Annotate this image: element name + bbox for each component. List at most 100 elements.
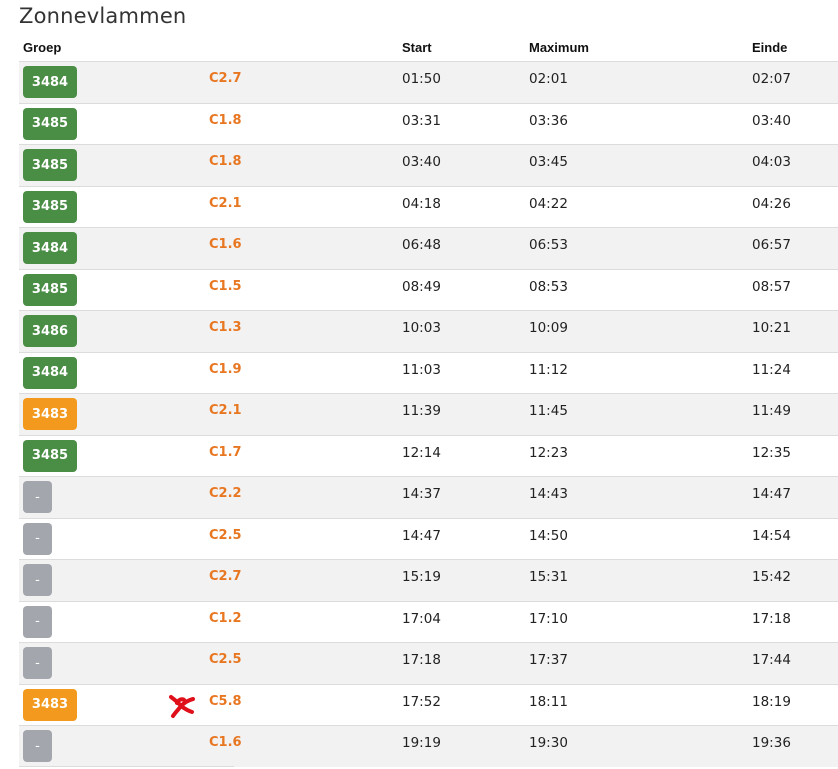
group-badge[interactable]: - <box>23 481 52 513</box>
start-time: 11:03 <box>402 361 441 378</box>
group-badge[interactable]: 3484 <box>23 232 77 264</box>
group-badge[interactable]: 3483 <box>23 398 77 430</box>
start-time: 01:50 <box>402 71 441 87</box>
flare-class: C2.1 <box>209 195 242 211</box>
start-time: 04:18 <box>402 195 441 212</box>
maximum-time: 02:01 <box>529 71 568 87</box>
flare-class: C1.5 <box>209 278 242 294</box>
start-time: 17:18 <box>402 652 441 668</box>
group-badge[interactable]: 3483 <box>23 688 77 721</box>
table-row: 3485 C1.8 03:31 03:36 03:40 <box>19 102 838 144</box>
flare-class: C1.6 <box>209 735 242 750</box>
maximum-time: 11:45 <box>529 403 568 419</box>
maximum-time: 03:45 <box>529 154 568 170</box>
end-time: 03:40 <box>752 112 791 129</box>
table-row: - C1.6 19:19 19:30 19:36 <box>19 725 838 767</box>
end-time: 06:57 <box>752 237 791 253</box>
table-header: Groep Start Maximum Einde <box>19 39 838 61</box>
group-badge[interactable]: 3485 <box>23 149 77 181</box>
end-time: 04:26 <box>752 195 791 212</box>
table-row: 3484 C2.7 01:50 02:01 02:07 <box>19 61 838 103</box>
end-time: 15:42 <box>752 569 791 585</box>
maximum-time: 17:10 <box>529 610 568 627</box>
solar-flares-table: Groep Start Maximum Einde 3484 C2.7 01:50 0… <box>19 39 838 767</box>
end-time: 14:47 <box>752 486 791 502</box>
maximum-time: 12:23 <box>529 444 568 461</box>
flare-class: C1.8 <box>209 112 242 128</box>
table-row: 3485 C1.8 03:40 03:45 04:03 <box>19 144 838 186</box>
start-time: 11:39 <box>402 403 441 419</box>
end-time: 19:36 <box>752 735 791 751</box>
end-time: 17:44 <box>752 652 791 668</box>
flare-class: C1.9 <box>209 361 242 377</box>
table-row: 3483 C2.1 11:39 11:45 11:49 <box>19 393 838 435</box>
table-row: 3484 C1.9 11:03 11:12 11:24 <box>19 351 838 393</box>
maximum-time: 19:30 <box>529 735 568 751</box>
start-time: 08:49 <box>402 278 441 295</box>
end-time: 08:57 <box>752 278 791 295</box>
group-badge[interactable]: - <box>23 564 52 596</box>
page: Zonnevlammen Groep Start Maximum Einde 3… <box>0 0 838 769</box>
table-row: - C1.2 17:04 17:10 17:18 <box>19 600 838 642</box>
maximum-time: 03:36 <box>529 112 568 129</box>
start-time: 19:19 <box>402 735 441 751</box>
flare-class: C2.5 <box>209 527 242 543</box>
table-row: - C2.2 14:37 14:43 14:47 <box>19 476 838 518</box>
header-einde: Einde <box>752 40 788 55</box>
start-time: 15:19 <box>402 569 441 585</box>
table-row: 3485 C1.5 08:49 08:53 08:57 <box>19 268 838 310</box>
table-row: - C2.7 15:19 15:31 15:42 <box>19 559 838 601</box>
group-badge[interactable]: 3484 <box>23 356 77 389</box>
flare-class: C1.6 <box>209 237 242 252</box>
table-row: 3486 C1.3 10:03 10:09 10:21 <box>19 310 838 352</box>
flare-class: C2.5 <box>209 652 242 667</box>
start-time: 12:14 <box>402 444 441 461</box>
flare-class: C2.1 <box>209 403 242 418</box>
page-title: Zonnevlammen <box>19 4 187 28</box>
group-badge[interactable]: - <box>23 522 52 555</box>
maximum-time: 14:50 <box>529 527 568 544</box>
maximum-time: 04:22 <box>529 195 568 212</box>
maximum-time: 08:53 <box>529 278 568 295</box>
group-badge[interactable]: 3485 <box>23 273 77 306</box>
group-badge[interactable]: - <box>23 647 52 679</box>
maximum-time: 10:09 <box>529 320 568 336</box>
flare-class: C1.8 <box>209 154 242 169</box>
start-time: 03:40 <box>402 154 441 170</box>
flare-class: C2.7 <box>209 569 242 584</box>
start-time: 17:52 <box>402 693 441 710</box>
flare-class: C1.3 <box>209 320 242 335</box>
group-badge[interactable]: - <box>23 605 52 638</box>
table-row: - C2.5 17:18 17:37 17:44 <box>19 642 838 684</box>
group-badge[interactable]: - <box>23 730 52 762</box>
start-time: 10:03 <box>402 320 441 336</box>
end-time: 02:07 <box>752 71 791 87</box>
maximum-time: 18:11 <box>529 693 568 710</box>
header-groep: Groep <box>23 40 62 55</box>
table-row: 3485 C2.1 04:18 04:22 04:26 <box>19 185 838 227</box>
group-badge[interactable]: 3485 <box>23 107 77 140</box>
maximum-time: 06:53 <box>529 237 568 253</box>
table-bottom-border <box>19 766 234 767</box>
group-badge[interactable]: 3485 <box>23 439 77 472</box>
maximum-time: 14:43 <box>529 486 568 502</box>
flare-class: C2.2 <box>209 486 242 501</box>
end-time: 11:24 <box>752 361 791 378</box>
flare-class: C5.8 <box>209 693 242 709</box>
start-time: 14:37 <box>402 486 441 502</box>
group-badge[interactable]: 3485 <box>23 190 77 223</box>
start-time: 03:31 <box>402 112 441 129</box>
maximum-time: 11:12 <box>529 361 568 378</box>
red-scribble-mark-icon <box>169 694 195 718</box>
group-badge[interactable]: 3486 <box>23 315 77 347</box>
table-row: 3485 C1.7 12:14 12:23 12:35 <box>19 434 838 476</box>
table-row: 3484 C1.6 06:48 06:53 06:57 <box>19 227 838 269</box>
end-time: 17:18 <box>752 610 791 627</box>
maximum-time: 15:31 <box>529 569 568 585</box>
start-time: 17:04 <box>402 610 441 627</box>
group-badge[interactable]: 3484 <box>23 66 77 98</box>
end-time: 12:35 <box>752 444 791 461</box>
header-maximum: Maximum <box>529 40 589 55</box>
start-time: 14:47 <box>402 527 441 544</box>
end-time: 18:19 <box>752 693 791 710</box>
